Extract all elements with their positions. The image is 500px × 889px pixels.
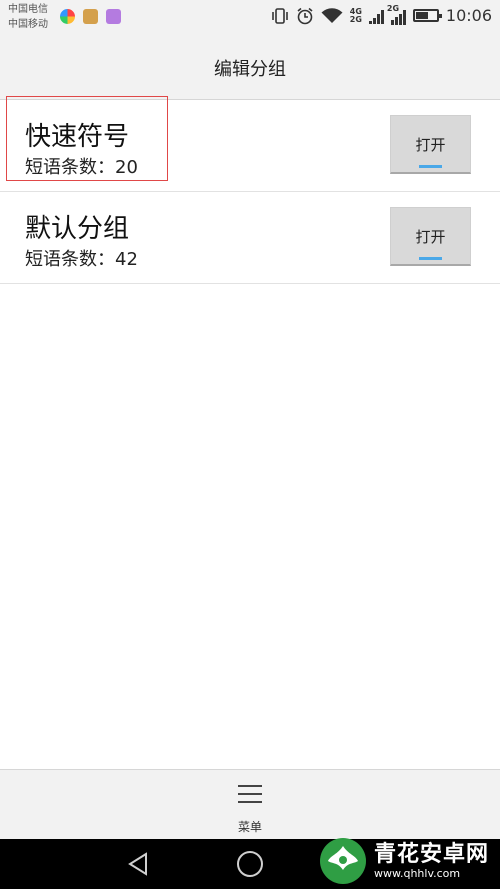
clock: 10:06: [445, 6, 492, 25]
photo-notification-icon: [106, 9, 121, 24]
group-item-default[interactable]: 默认分组 短语条数：42 打开: [0, 192, 500, 284]
notification-icons: [60, 9, 121, 24]
app-notification-icon: [60, 9, 75, 24]
button-indicator: [419, 165, 442, 168]
status-bar: 中国电信 中国移动 4G 2G 2G 10:06: [0, 0, 500, 36]
home-icon[interactable]: [236, 850, 264, 878]
watermark-name: 青花安卓网: [374, 841, 490, 867]
group-name: 默认分组: [25, 214, 130, 244]
watermark: 青花安卓网 www.qhhlv.com: [318, 836, 489, 886]
title-bar: 编辑分组: [0, 36, 500, 100]
gallery-notification-icon: [83, 9, 98, 24]
hamburger-menu-icon[interactable]: [238, 784, 262, 804]
battery-icon: [412, 9, 442, 22]
carrier-labels: 中国电信 中国移动: [8, 2, 48, 32]
highlight-annotation-box: [6, 96, 168, 181]
watermark-url: www.qhhlv.com: [374, 866, 461, 880]
open-button[interactable]: 打开: [390, 115, 471, 174]
alarm-icon: [297, 7, 313, 24]
menu-label[interactable]: 菜单: [0, 818, 500, 835]
watermark-logo-icon: [320, 838, 366, 884]
signal-1-icon: [368, 8, 384, 24]
vibrate-icon: [271, 7, 288, 24]
group-phrase-count: 短语条数：42: [25, 249, 138, 270]
open-button-label: 打开: [415, 135, 446, 154]
page-title: 编辑分组: [214, 58, 286, 80]
network-type: 4G 2G: [349, 6, 362, 24]
bottom-menu-bar[interactable]: 菜单: [0, 769, 500, 840]
button-indicator: [419, 257, 442, 260]
open-button[interactable]: 打开: [390, 207, 471, 266]
signal-2: 2G: [387, 4, 406, 25]
status-icons: 4G 2G 2G 10:06: [271, 4, 492, 25]
watermark-text: 青花安卓网 www.qhhlv.com: [374, 841, 490, 880]
carrier-2: 中国移动: [8, 19, 48, 30]
battery-level: [415, 12, 428, 19]
wifi-icon: [321, 7, 343, 23]
carrier-1: 中国电信: [8, 4, 48, 15]
open-button-label: 打开: [415, 227, 446, 246]
back-icon[interactable]: [127, 852, 149, 876]
